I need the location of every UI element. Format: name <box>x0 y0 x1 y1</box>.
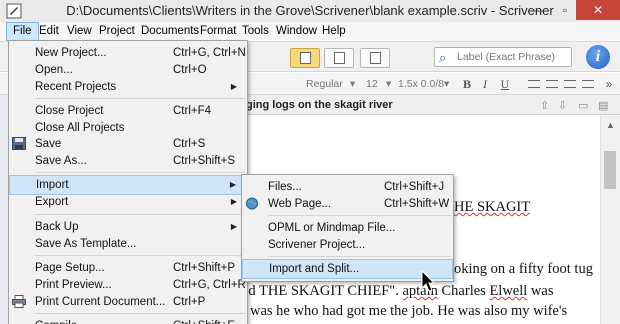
inspector-info-icon[interactable]: i <box>586 45 610 69</box>
menu-separator <box>35 313 245 314</box>
title-bar: D:\Documents\Clients\Writers in the Grov… <box>0 0 620 22</box>
document-title: ging logs on the skagit river <box>246 99 393 111</box>
menu-item-label: Save As... <box>35 155 87 167</box>
editor-line: ed THE SKAGIT CHIEF". aptain Charles Elw… <box>242 283 553 300</box>
menu-separator <box>35 214 245 215</box>
font-style-select[interactable]: Regular <box>306 76 343 92</box>
menu-separator <box>35 255 245 256</box>
search-input[interactable] <box>457 49 567 65</box>
more-formatting-button[interactable]: » <box>602 76 616 92</box>
editor-line: was he who had got me the job. He was al… <box>250 303 568 319</box>
editor-text-fragment: Elwell <box>489 283 528 299</box>
align-justify-icon[interactable] <box>582 80 594 88</box>
up-arrow-icon[interactable]: ⇧ <box>540 99 549 112</box>
menu-item-shortcut: Ctrl+Shift+S <box>173 155 235 167</box>
menu-item-label: Export <box>35 196 69 208</box>
import-submenu: Files... Ctrl+Shift+J Web Page... Ctrl+Shi… <box>241 174 454 282</box>
menu-item-label: Recent Projects <box>35 81 117 93</box>
close-button[interactable]: ✕ <box>576 0 620 20</box>
editor-line: HE SKAGIT <box>454 199 530 216</box>
editor-line: oking on a fifty foot tug <box>454 261 593 277</box>
menu-help[interactable]: Help <box>316 22 352 41</box>
menu-item-label: Scrivener Project... <box>268 239 366 251</box>
maximize-button[interactable]: ▫ <box>552 0 578 20</box>
scroll-thumb[interactable] <box>604 151 616 189</box>
line-spacing-select[interactable]: 1.5x 0.0/8 <box>398 76 444 92</box>
menu-item-save-as-template[interactable]: Save As Template... <box>9 234 247 254</box>
menu-window[interactable]: Window <box>270 22 323 41</box>
menu-separator <box>268 256 451 257</box>
chevron-down-icon[interactable]: ▾ <box>444 76 449 92</box>
down-arrow-icon[interactable]: ⇩ <box>558 99 567 112</box>
editor-text-fragment: HE SKAGIT <box>454 199 531 215</box>
menu-item-shortcut: Ctrl+P <box>173 296 206 308</box>
binder-panel[interactable] <box>0 95 8 324</box>
project-search[interactable]: ⌕ <box>434 47 572 67</box>
scroll-up-icon[interactable]: ▲ <box>606 120 615 130</box>
outliner-view-button[interactable] <box>360 48 390 68</box>
align-left-icon[interactable] <box>528 80 540 88</box>
document-icon <box>300 52 311 64</box>
menu-item-import-scrivener-project[interactable]: Scrivener Project... <box>242 235 453 255</box>
menu-project[interactable]: Project <box>93 22 141 41</box>
italic-button[interactable]: I <box>478 76 492 92</box>
menu-item-label: Print Current Document... <box>35 296 166 308</box>
mouse-pointer-icon <box>421 270 436 292</box>
align-right-icon[interactable] <box>564 80 576 88</box>
corkboard-icon <box>334 52 345 64</box>
align-center-icon[interactable] <box>546 80 558 88</box>
split-view-icon[interactable]: ▤ <box>598 99 608 112</box>
chevron-down-icon[interactable]: ▾ <box>386 76 391 92</box>
menu-item-print-current-document[interactable]: Print Current Document... Ctrl+P <box>9 292 247 312</box>
submenu-arrow-icon: ▶ <box>230 197 237 206</box>
menu-item-shortcut: Ctrl+Shift+E <box>173 316 235 324</box>
underline-button[interactable]: U <box>498 76 512 92</box>
floppy-disk-icon <box>12 137 26 150</box>
bookmark-icon[interactable]: ▭ <box>578 99 588 112</box>
scrivenings-view-button[interactable] <box>290 48 320 68</box>
font-size-select[interactable]: 12 <box>366 76 378 92</box>
printer-icon <box>12 295 26 308</box>
menu-item-compile[interactable]: Compile... Ctrl+Shift+E <box>9 316 247 324</box>
menu-bar: File Edit View Project Documents Format … <box>0 22 620 42</box>
menu-separator <box>268 215 451 216</box>
chevron-down-icon[interactable]: ▾ <box>350 76 355 92</box>
editor-text-fragment: was <box>527 283 554 299</box>
editor-scrollbar[interactable]: ▲ <box>600 115 620 324</box>
menu-item-label: Compile... <box>35 316 87 324</box>
minimize-button[interactable]: — <box>524 0 550 20</box>
menu-item-recent-projects[interactable]: Recent Projects ▶ <box>9 77 247 97</box>
menu-item-import-web-page[interactable]: Web Page... Ctrl+Shift+W <box>242 194 453 214</box>
menu-item-label: Save As Template... <box>35 238 137 250</box>
menu-item-export[interactable]: Export ▶ <box>9 192 247 212</box>
menu-item-save-as[interactable]: Save As... Ctrl+Shift+S <box>9 151 247 171</box>
menu-item-shortcut: Ctrl+Shift+W <box>384 198 450 210</box>
menu-separator <box>35 98 245 99</box>
menu-item-label: Import and Split... <box>269 263 360 275</box>
editor-text-fragment: Charles <box>437 283 490 299</box>
file-menu: New Project... Ctrl+G, Ctrl+N Open... Ctrl… <box>8 40 248 324</box>
menu-item-label: Web Page... <box>268 198 332 210</box>
submenu-arrow-icon: ▶ <box>230 82 237 91</box>
corkboard-view-button[interactable] <box>324 48 354 68</box>
bold-button[interactable]: B <box>460 76 474 92</box>
globe-icon <box>246 197 258 210</box>
editor-text-fragment: ed THE SKAGIT CHIEF". <box>242 283 403 299</box>
menu-separator <box>35 172 245 173</box>
outliner-icon <box>370 52 381 64</box>
search-icon[interactable]: ⌕ <box>439 50 446 66</box>
